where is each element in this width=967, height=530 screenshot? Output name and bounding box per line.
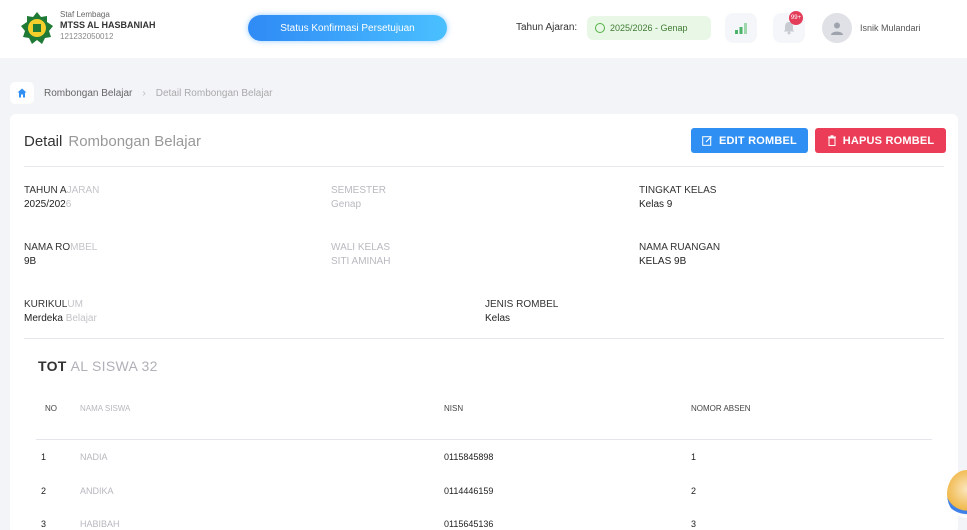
field-ruangan-value: KELAS 9B [639, 256, 687, 267]
field-kurikulum-value: Merdeka [24, 313, 63, 324]
field-nama-rombel-key: NAMA RO [24, 242, 71, 253]
org-role: Staf Lembaga [60, 10, 110, 19]
edit-rombel-button[interactable]: EDIT ROMBEL [691, 128, 808, 153]
table-header-no: NO [45, 404, 57, 413]
breadcrumb-separator: › [142, 87, 146, 99]
field-tahun-ajaran-key-rest: JARAN [66, 185, 100, 196]
page-title-rest: Rombongan Belajar [68, 133, 201, 150]
tahun-ajaran-badge[interactable]: 2025/2026 - Genap [587, 16, 711, 40]
tahun-ajaran-value: 2025/2026 - Genap [610, 23, 688, 33]
org-name: MTSS AL HASBANIAH [60, 20, 156, 30]
total-siswa-label: TOT [38, 358, 67, 374]
cell-nama: NADIA [80, 452, 108, 462]
cell-no: 1 [41, 452, 47, 462]
page-title: Detail Rombongan Belajar [24, 133, 201, 150]
user-menu[interactable]: Isnik Mulandari [822, 13, 921, 43]
field-tahun-ajaran-value: 2025/202 [24, 199, 66, 210]
field-semester-key: SEMESTER [331, 185, 387, 196]
check-circle-icon [595, 23, 605, 33]
top-header: Staf Lembaga MTSS AL HASBANIAH 121232050… [0, 0, 967, 58]
field-nama-rombel: NAMA ROMBEL 9B [24, 241, 97, 269]
home-button[interactable] [10, 82, 34, 104]
table-header-nomor-absen: NOMOR ABSEN [691, 404, 751, 413]
username: Isnik Mulandari [860, 23, 921, 33]
hapus-rombel-label: HAPUS ROMBEL [842, 134, 935, 147]
field-tingkat-kelas: TINGKAT KELAS Kelas 9 [639, 184, 716, 212]
cell-absen: 2 [691, 486, 697, 496]
field-semester-value: Genap [331, 199, 362, 210]
field-tahun-ajaran: TAHUN AJARAN 2025/2026 [24, 184, 99, 212]
avatar [822, 13, 852, 43]
page-title-main: Detail [24, 133, 63, 150]
notification-count-badge: 99+ [789, 11, 803, 25]
org-code: 121232050012 [60, 32, 114, 41]
edit-icon [702, 136, 712, 146]
field-kurikulum-key: KURIKUL [24, 299, 68, 310]
field-jenis-value: Kelas [485, 313, 511, 324]
table-header-nisn: NISN [444, 404, 464, 413]
notification-button[interactable]: 99+ [773, 11, 805, 43]
field-ruangan-key: NAMA RUANGAN [639, 242, 721, 253]
field-tingkat-value: Kelas 9 [639, 199, 673, 210]
cell-absen: 1 [691, 452, 697, 462]
field-tahun-ajaran-value-rest: 6 [65, 199, 72, 210]
field-kurikulum-key-rest: UM [67, 299, 83, 310]
home-icon [17, 88, 27, 98]
institution-info: Staf Lembaga MTSS AL HASBANIAH 121232050… [60, 9, 156, 42]
field-semester: SEMESTER Genap [331, 184, 386, 212]
field-kurikulum: KURIKULUM Merdeka Belajar [24, 298, 97, 326]
field-jenis-key: JENIS ROMBEL [485, 299, 559, 310]
cell-no: 2 [41, 486, 47, 496]
detail-card: Detail Rombongan Belajar EDIT ROMBEL HAPU… [10, 114, 958, 530]
total-siswa-heading: TOT AL SISWA 32 [38, 358, 158, 374]
breadcrumb: Rombongan Belajar › Detail Rombongan Bel… [10, 82, 272, 104]
field-nama-rombel-key-rest: MBEL [70, 242, 98, 253]
field-nama-rombel-value: 9B [24, 256, 37, 267]
signal-button[interactable] [725, 13, 757, 43]
breadcrumb-current: Detail Rombongan Belajar [155, 87, 273, 99]
field-wali-kelas: WALI KELAS SITI AMINAH [331, 241, 390, 269]
institution-logo-icon [20, 11, 54, 45]
field-tahun-ajaran-key: TAHUN A [24, 185, 67, 196]
cell-nisn: 0115645136 [444, 519, 494, 529]
divider [24, 338, 944, 339]
field-jenis-rombel: JENIS ROMBEL Kelas [485, 298, 558, 326]
hapus-rombel-button[interactable]: HAPUS ROMBEL [815, 128, 946, 153]
table-header-nama: NAMA SISWA [80, 404, 131, 413]
trash-icon [827, 135, 836, 146]
user-icon [831, 22, 843, 35]
tahun-ajaran-label: Tahun Ajaran: [516, 22, 578, 33]
field-tingkat-key: TINGKAT KELAS [639, 185, 717, 196]
cell-nisn: 0115845898 [444, 452, 494, 462]
table-header-divider [36, 439, 932, 440]
cell-no: 3 [41, 519, 47, 529]
cell-nama: HABIBAH [80, 519, 120, 529]
field-wali-key: WALI KELAS [331, 242, 391, 253]
divider [24, 166, 944, 167]
cell-nisn: 0114446159 [444, 486, 494, 496]
field-wali-value: SITI AMINAH [331, 256, 391, 267]
edit-rombel-label: EDIT ROMBEL [719, 134, 797, 147]
field-nama-ruangan: NAMA RUANGAN KELAS 9B [639, 241, 720, 269]
field-kurikulum-value-rest: Belajar [65, 313, 97, 324]
signal-bars-icon [735, 23, 747, 34]
cell-nama: ANDIKA [80, 486, 114, 496]
cell-absen: 3 [691, 519, 697, 529]
breadcrumb-rombel-link[interactable]: Rombongan Belajar [44, 88, 132, 99]
status-confirmation-button[interactable]: Status Konfirmasi Persetujuan [248, 15, 447, 41]
total-siswa-rest: AL SISWA 32 [70, 358, 158, 374]
